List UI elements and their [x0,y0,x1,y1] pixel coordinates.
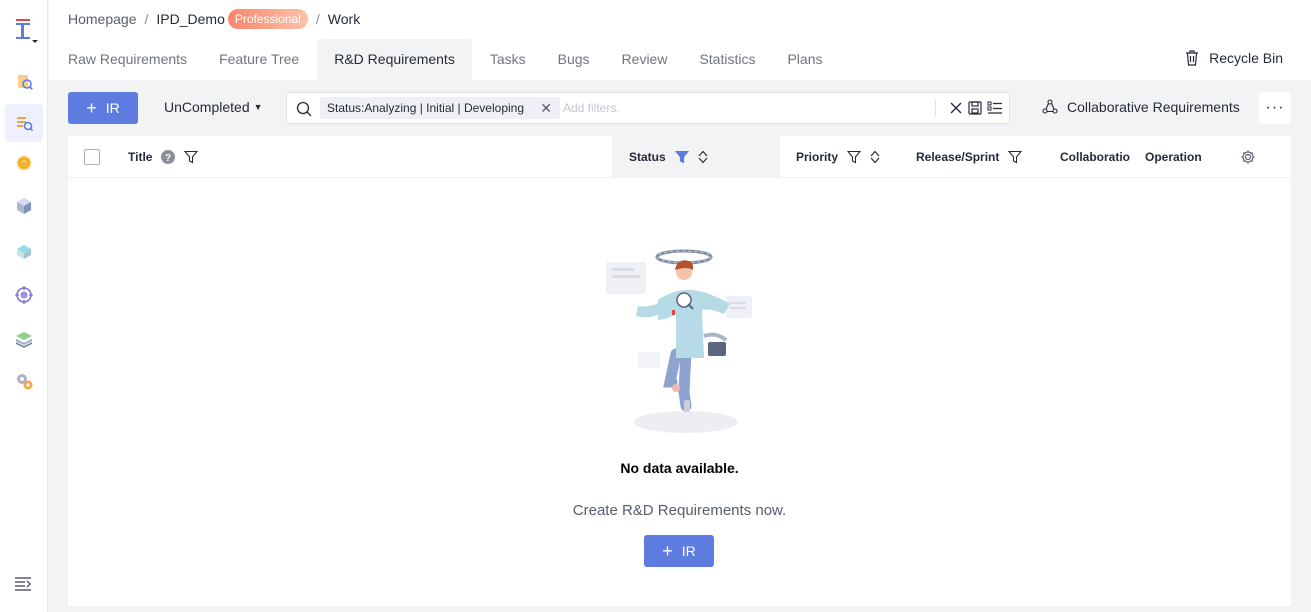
column-title: Title ? [128,136,199,178]
collaborative-requirements-label: Collaborative Requirements [1067,99,1240,115]
smile-icon[interactable] [5,144,43,182]
breadcrumb-homepage[interactable]: Homepage [68,11,137,27]
status-filter-text: Status:Analyzing | Initial | Developing [327,101,525,115]
breadcrumb-project[interactable]: IPD_Demo [156,11,224,27]
tab-tasks[interactable]: Tasks [476,39,540,80]
clear-filters-icon[interactable] [949,101,963,115]
filter-icon[interactable] [1008,150,1023,164]
plus-icon: + [86,98,97,118]
column-status-label: Status [629,150,666,164]
filter-bar: Status:Analyzing | Initial | Developing … [286,92,1010,124]
caret-down-icon: ▼ [253,102,263,112]
column-collaboration-label: Collaboratio [1060,150,1131,164]
recycle-bin-button[interactable]: Recycle Bin [1185,50,1283,66]
column-operation: Operation [1145,136,1202,178]
select-all-checkbox[interactable] [84,149,100,165]
tab-rd-requirements[interactable]: R&D Requirements [317,39,472,80]
create-ir-button[interactable]: + IR [68,92,138,124]
empty-state-illustration [606,249,752,433]
collaboration-icon [1042,99,1058,114]
search-icon [296,101,312,120]
scope-label: UnCompleted [164,99,250,115]
menu-expand-icon[interactable] [14,576,34,594]
plus-icon: + [662,541,673,561]
settings-gear-icon[interactable] [5,362,43,400]
tab-raw-requirements[interactable]: Raw Requirements [54,39,201,80]
tab-plans[interactable]: Plans [773,39,836,80]
module-tabs: Raw Requirements Feature Tree R&D Requir… [54,39,841,80]
divider [935,100,936,116]
column-title-label: Title [128,150,153,164]
sort-icon[interactable] [869,150,881,164]
empty-state-subtitle: Create R&D Requirements now. [572,502,787,519]
filter-icon[interactable] [184,150,199,164]
status-filter-chip[interactable]: Status:Analyzing | Initial | Developing … [320,97,560,119]
sort-icon[interactable] [697,150,709,164]
tab-feature-tree[interactable]: Feature Tree [205,39,313,80]
requirements-table: Title ? Status Priority Release/Sprint C… [68,136,1291,606]
column-collaboration: Collaboratio [1060,136,1136,178]
column-priority-label: Priority [796,150,839,164]
app-logo-icon[interactable] [10,14,40,48]
recycle-bin-label: Recycle Bin [1209,50,1283,66]
professional-badge: Professional [227,9,308,29]
cube-icon[interactable] [5,187,43,225]
column-priority: Priority [796,136,881,178]
collaborative-requirements-button[interactable]: Collaborative Requirements [1042,99,1240,115]
raw-requirements-icon[interactable] [5,63,43,101]
save-filter-icon[interactable] [968,101,982,115]
empty-state-title: No data available. [620,460,739,476]
svg-text:?: ? [165,153,171,164]
box-icon[interactable] [5,233,43,271]
trash-icon [1186,50,1199,66]
table-header: Title ? Status Priority Release/Sprint C… [68,136,1291,178]
target-icon[interactable] [5,276,43,314]
breadcrumb-separator: / [315,11,320,27]
add-filter-input[interactable] [563,99,923,117]
breadcrumb-current: Work [327,11,361,27]
column-release-label: Release/Sprint [916,150,1000,164]
tab-review[interactable]: Review [608,39,682,80]
tab-bugs[interactable]: Bugs [544,39,604,80]
breadcrumb-separator: / [144,11,149,27]
column-release-sprint: Release/Sprint [916,136,1023,178]
rd-requirements-icon[interactable] [5,104,43,142]
stack-icon[interactable] [5,320,43,358]
column-settings-icon[interactable] [1240,136,1256,178]
scope-dropdown[interactable]: UnCompleted ▼ [164,99,263,115]
breadcrumb: Homepage / IPD_Demo Professional / Work [68,9,360,29]
create-ir-empty-label: IR [681,543,696,559]
filter-active-icon[interactable] [674,150,689,164]
filter-icon[interactable] [847,150,862,164]
tab-statistics[interactable]: Statistics [685,39,769,80]
remove-filter-icon[interactable]: ✕ [540,97,552,119]
filter-list-icon[interactable] [987,101,1003,115]
help-icon[interactable]: ? [161,150,176,164]
column-status: Status [612,136,780,178]
more-options-button[interactable]: ··· [1259,92,1291,124]
create-ir-label: IR [105,100,120,116]
top-header: Homepage / IPD_Demo Professional / Work … [49,0,1311,80]
create-ir-empty-button[interactable]: + IR [644,535,714,567]
filter-tools [935,100,1003,116]
left-rail [0,0,48,612]
column-operation-label: Operation [1145,150,1202,164]
